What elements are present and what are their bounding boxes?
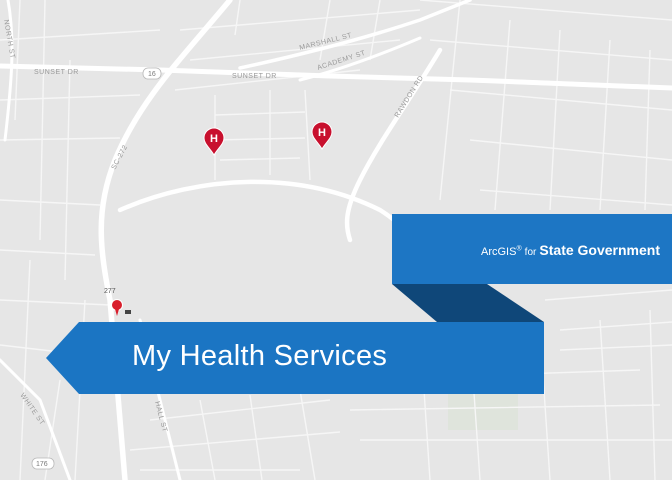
arcgis-branding-text: ArcGIS® for State Government [481,242,660,258]
hospital-marker-letter: H [210,133,218,145]
map-pin-icon[interactable] [111,299,123,311]
map-pin-small-icon [125,310,131,314]
map-stage: SUNSET DR SUNSET DR MARSHALL ST ACADEMY … [0,0,672,480]
arcgis-branding-banner: ArcGIS® for State Government [392,214,672,284]
brand-prefix: ArcGIS [480,246,517,258]
road-label-sunset-dr-east: SUNSET DR [232,73,277,80]
map-pin-label: 277 [104,288,116,295]
route-shield-16-label: 16 [148,71,156,78]
registered-mark: ® [516,245,522,253]
page-title: My Health Services [132,340,388,372]
brand-connector: for [524,247,537,258]
brand-suffix: State Government [539,242,660,258]
hospital-marker-letter: H [318,127,326,139]
route-shield-176-label: 176 [36,461,48,468]
road-label-sunset-dr-west: SUNSET DR [34,69,79,76]
title-banner: My Health Services [46,322,544,394]
